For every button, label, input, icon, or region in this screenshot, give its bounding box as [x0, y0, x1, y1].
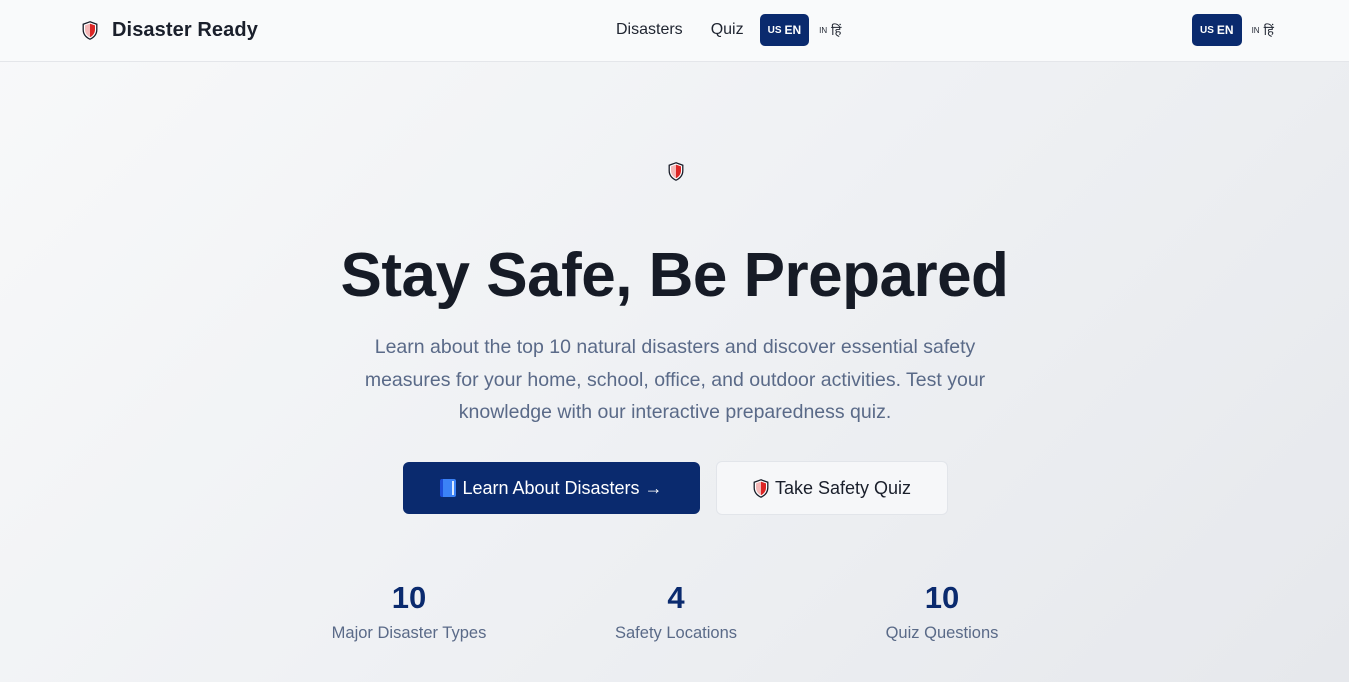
language-label: हिं [1263, 24, 1274, 39]
language-hindi-button[interactable]: IN हिं [1252, 14, 1274, 46]
stat-quiz-questions: 10 Quiz Questions [842, 578, 1042, 643]
stat-label: Major Disaster Types [331, 624, 487, 642]
stat-label: Quiz Questions [885, 624, 999, 642]
hero-title: Stay Safe, Be Prepared [340, 241, 1009, 310]
language-label: EN [1216, 23, 1234, 37]
stat-safety-locations: 4 Safety Locations [576, 578, 776, 643]
nav-link-quiz[interactable]: Quiz [711, 21, 744, 39]
shield-icon [668, 162, 684, 181]
learn-about-disasters-button[interactable]: Learn About Disasters → [403, 462, 700, 514]
nav-link-disasters[interactable]: Disasters [616, 21, 683, 39]
main-nav: Disasters Quiz US EN IN हिं [616, 14, 841, 46]
take-safety-quiz-button[interactable]: Take Safety Quiz [716, 461, 948, 515]
brand-title: Disaster Ready [112, 18, 258, 41]
flag-us-code: US [767, 24, 782, 36]
language-english-button[interactable]: US EN [759, 14, 810, 46]
hero-description: Learn about the top 10 natural disasters… [364, 336, 986, 423]
book-icon [440, 479, 457, 497]
flag-in-code: IN [819, 25, 828, 35]
language-label: हिं [831, 24, 842, 39]
shield-icon [82, 20, 98, 40]
brand-logo-link[interactable]: Disaster Ready [82, 17, 258, 43]
stat-value: 4 [667, 580, 685, 615]
language-hindi-button[interactable]: IN हिं [819, 14, 841, 46]
shield-icon [753, 478, 769, 498]
button-label: Learn About Disasters → [462, 477, 663, 498]
flag-in-code: IN [1251, 25, 1260, 35]
stat-value: 10 [924, 580, 960, 615]
language-english-button[interactable]: US EN [1192, 14, 1242, 46]
stat-label: Safety Locations [615, 624, 737, 642]
stat-value: 10 [391, 580, 427, 615]
navbar: Disaster Ready Disasters Quiz US EN IN ह… [0, 0, 1349, 62]
stat-disaster-types: 10 Major Disaster Types [309, 578, 509, 643]
flag-us-code: US [1200, 24, 1214, 36]
language-switcher: US EN IN हिं [1192, 14, 1274, 46]
button-label: Take Safety Quiz [774, 477, 912, 498]
language-label: EN [784, 23, 802, 37]
